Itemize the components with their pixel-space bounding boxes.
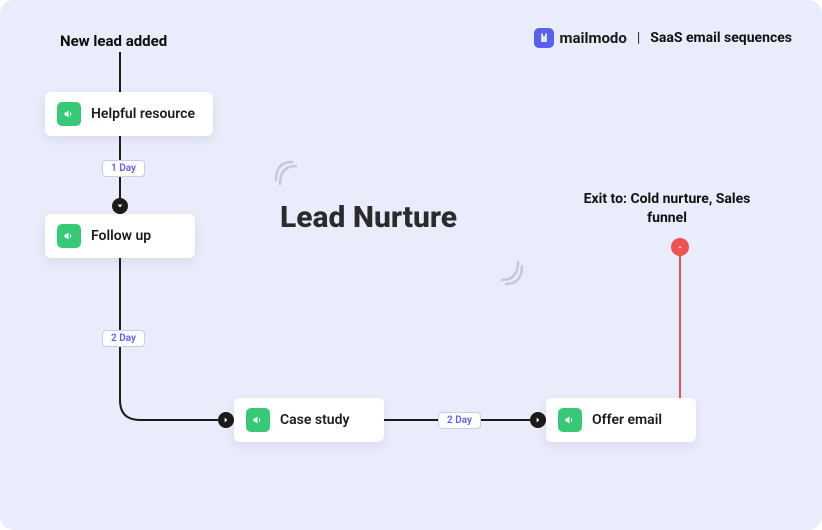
arrowhead-icon: [530, 412, 546, 428]
diagram-title: Lead Nurture: [280, 200, 457, 235]
mailmodo-logo-icon: lıl: [534, 28, 554, 48]
brand-name: mailmodo: [560, 29, 627, 47]
arrowhead-icon: [112, 198, 128, 214]
node-case-study: Case study: [234, 398, 384, 442]
brand-block: lıl mailmodo | SaaS email sequences: [534, 28, 792, 48]
exit-label: Exit to: Cold nurture, Sales funnel: [572, 190, 762, 228]
megaphone-icon: [246, 408, 270, 432]
node-helpful-resource: Helpful resource: [45, 92, 213, 136]
diagram-canvas: lıl mailmodo | SaaS email sequences New …: [0, 0, 822, 530]
node-label: Offer email: [592, 412, 662, 428]
node-follow-up: Follow up: [45, 214, 195, 258]
node-label: Follow up: [91, 228, 151, 244]
arrowhead-icon: [218, 412, 234, 428]
ornament-corner-icon: [270, 158, 298, 186]
node-label: Case study: [280, 412, 349, 428]
delay-pill-3: 2 Day: [438, 412, 481, 429]
delay-pill-1: 1 Day: [102, 160, 145, 177]
delay-pill-2: 2 Day: [102, 330, 145, 347]
node-offer-email: Offer email: [546, 398, 696, 442]
node-label: Helpful resource: [91, 106, 195, 122]
start-label: New lead added: [60, 32, 167, 50]
brand-separator: |: [637, 30, 640, 46]
megaphone-icon: [558, 408, 582, 432]
exit-dot-icon: [671, 238, 689, 256]
megaphone-icon: [57, 224, 81, 248]
megaphone-icon: [57, 102, 81, 126]
connectors: [0, 0, 822, 530]
brand-subtitle: SaaS email sequences: [650, 30, 792, 46]
ornament-corner-icon: [500, 260, 528, 288]
